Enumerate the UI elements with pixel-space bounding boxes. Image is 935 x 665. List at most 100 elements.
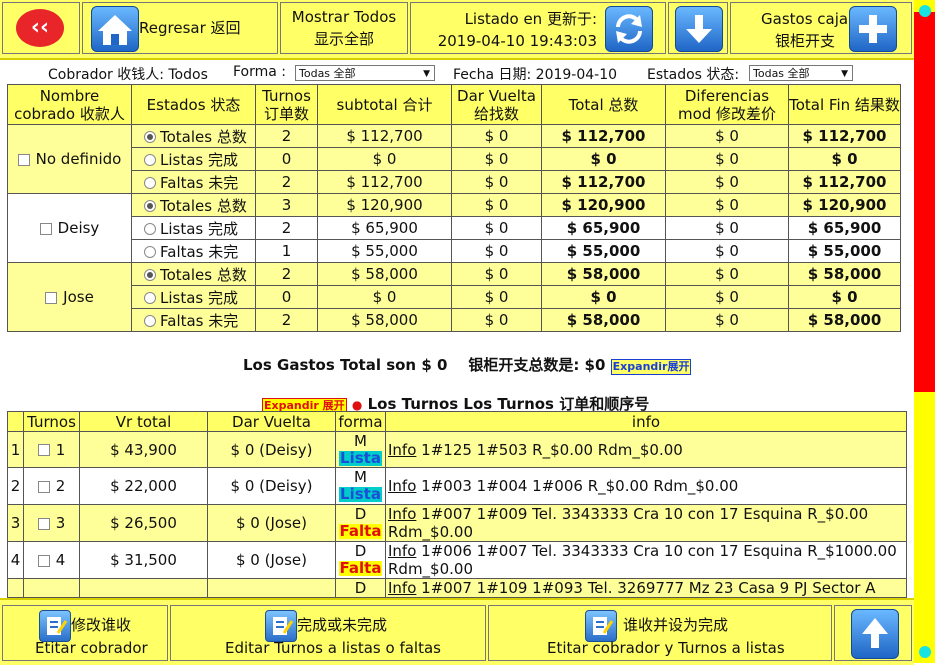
state-cell[interactable]: Listas 完成 <box>131 147 256 171</box>
turn-number: 3 <box>55 514 66 532</box>
turn-forma-cell: D Falta <box>335 504 386 542</box>
turn-number: 1 <box>55 440 66 459</box>
turn-info-link[interactable]: Info <box>388 441 416 459</box>
turn-forma-letter: D <box>354 578 367 597</box>
summary-vuelta-cell: $ 0 <box>451 147 542 171</box>
add-icon[interactable] <box>849 6 897 52</box>
turn-info-cell: Info 1#003 1#004 1#006 R_$0.00 Rdm_$0.00 <box>385 467 907 505</box>
cobrador-name: Deisy <box>57 219 100 237</box>
arrow-up-icon[interactable] <box>851 609 899 659</box>
gastos-button[interactable]: Gastos caja 银柜开支 <box>730 2 912 54</box>
state-cell[interactable]: Faltas 未完 <box>131 308 256 332</box>
cobrador-name-cell[interactable]: Jose <box>7 262 132 332</box>
state-cell[interactable]: Totales 总数 <box>131 124 256 148</box>
home-button[interactable]: Regresar 返回 <box>82 2 278 54</box>
state-label: Faltas 未完 <box>160 311 239 330</box>
turn-number-cell[interactable] <box>23 578 80 598</box>
summary-diff-cell: $ 0 <box>665 147 789 171</box>
cobrador-name-cell[interactable]: No definido <box>7 124 132 194</box>
scroll-up-dot[interactable] <box>919 5 931 17</box>
turn-info-link[interactable]: Info <box>388 505 416 523</box>
estados-select[interactable]: Todas 全部 ▼ <box>749 65 853 81</box>
gastos-total-line: Los Gastos Total son $ 0 银柜开支总数是: $0 Exp… <box>243 354 692 375</box>
turn-index: 2 <box>7 467 24 505</box>
header-fin: Total Fin 结果数 <box>788 84 901 125</box>
turn-number-cell[interactable]: 1 <box>23 431 80 468</box>
turn-number-cell[interactable]: 3 <box>23 504 80 542</box>
turn-info-cell: Info 1#006 1#007 Tel. 3343333 Cra 10 con… <box>385 541 907 579</box>
turn-index: 1 <box>7 431 24 468</box>
turn-checkbox[interactable] <box>37 554 50 567</box>
state-radio[interactable] <box>144 200 156 212</box>
state-cell[interactable]: Totales 总数 <box>131 193 256 217</box>
state-label: Faltas 未完 <box>160 242 239 261</box>
summary-fin-cell: $ 112,700 <box>788 124 901 148</box>
state-radio[interactable] <box>144 177 156 189</box>
state-radio[interactable] <box>144 246 156 258</box>
state-radio[interactable] <box>144 131 156 143</box>
summary-subtotal-cell: $ 55,000 <box>317 239 452 263</box>
gastos-expand-button[interactable]: Expandir展开 <box>610 359 692 375</box>
edit-cobrador-line1: 修改谁收 <box>71 616 132 634</box>
edit-cobrador-button[interactable]: 修改谁收 Etitar cobrador <box>2 605 168 661</box>
summary-diff-cell: $ 0 <box>665 308 789 332</box>
forma-select[interactable]: Todas 全部 ▼ <box>295 65 435 81</box>
cobrador-checkbox[interactable] <box>45 291 58 304</box>
edit-note-icon <box>585 610 617 642</box>
summary-turns-cell: 2 <box>255 216 318 240</box>
state-radio[interactable] <box>144 154 156 166</box>
summary-fin-cell: $ 58,000 <box>788 308 901 332</box>
summary-diff-cell: $ 0 <box>665 193 789 217</box>
refresh-icon[interactable] <box>605 6 653 52</box>
scrollbar-thumb[interactable] <box>914 12 935 392</box>
turn-info-link[interactable]: Info <box>388 579 416 597</box>
state-cell[interactable]: Listas 完成 <box>131 285 256 309</box>
cobrador-name-cell[interactable]: Deisy <box>7 193 132 263</box>
summary-vuelta-cell: $ 0 <box>451 216 542 240</box>
gastos-line1: Gastos caja <box>761 10 849 28</box>
cobrador-checkbox[interactable] <box>39 222 52 235</box>
edit-cobrador-turnos-button[interactable]: 谁收并设为完成 Etitar cobrador y Turnos a lista… <box>488 605 832 661</box>
turn-dar-vuelta: $ 0 (Deisy) <box>207 431 336 468</box>
turn-checkbox[interactable] <box>37 480 50 493</box>
turn-dar-vuelta: $ 0 (Deisy) <box>207 467 336 505</box>
turn-info-text: 1#007 1#109 1#093 Tel. 3269777 Mz 23 Cas… <box>416 579 876 597</box>
refresh-cell: Listado en 更新于: 2019-04-10 19:43:03 <box>410 2 666 54</box>
state-radio[interactable] <box>144 292 156 304</box>
turn-checkbox[interactable] <box>37 444 50 456</box>
state-radio[interactable] <box>144 315 156 327</box>
cobrador-checkbox[interactable] <box>17 153 30 166</box>
state-cell[interactable]: Faltas 未完 <box>131 170 256 194</box>
summary-total-cell: $ 0 <box>541 285 666 309</box>
summary-row: Listas 完成 0 $ 0 $ 0 $ 0 $ 0 $ 0 <box>7 285 901 309</box>
summary-row: Faltas 未完 2 $ 58,000 $ 0 $ 58,000 $ 0 $ 58,000 <box>7 308 901 332</box>
download-cell <box>668 2 728 54</box>
summary-row: Jose Totales 总数 2 $ 58,000 $ 0 $ 58,000 $ 0 $ 5… <box>7 262 901 332</box>
turn-vr-total <box>79 578 208 598</box>
state-radio[interactable] <box>144 269 156 281</box>
cobrador-filter-label: Cobrador 收钱人: Todos <box>48 67 208 83</box>
state-cell[interactable]: Totales 总数 <box>131 262 256 286</box>
summary-fin-cell: $ 120,900 <box>788 193 901 217</box>
updated-label: Listado en 更新于: <box>464 10 597 28</box>
scroll-down-dot[interactable] <box>919 646 931 658</box>
turn-number-cell[interactable]: 4 <box>23 541 80 579</box>
show-all-button[interactable]: Mostrar Todos 显示全部 <box>280 2 408 54</box>
header-subtotal: subtotal 合计 <box>317 84 452 125</box>
state-cell[interactable]: Listas 完成 <box>131 216 256 240</box>
turn-dar-vuelta <box>207 578 336 598</box>
turn-checkbox[interactable] <box>37 517 50 530</box>
turn-info-link[interactable]: Info <box>388 542 416 560</box>
edit-turnos-button[interactable]: 完成或未完成 Editar Turnos a listas o faltas <box>170 605 486 661</box>
chevron-down-icon: ▼ <box>841 69 848 79</box>
summary-vuelta-cell: $ 0 <box>451 308 542 332</box>
summary-total-cell: $ 112,700 <box>541 170 666 194</box>
back-icon[interactable]: ‹‹ <box>16 9 64 47</box>
summary-turns-cell: 2 <box>255 124 318 148</box>
turn-number-cell[interactable]: 2 <box>23 467 80 505</box>
state-radio[interactable] <box>144 223 156 235</box>
turn-info-link[interactable]: Info <box>388 477 416 495</box>
state-cell[interactable]: Faltas 未完 <box>131 239 256 263</box>
summary-total-cell: $ 120,900 <box>541 193 666 217</box>
download-icon[interactable] <box>675 6 723 52</box>
